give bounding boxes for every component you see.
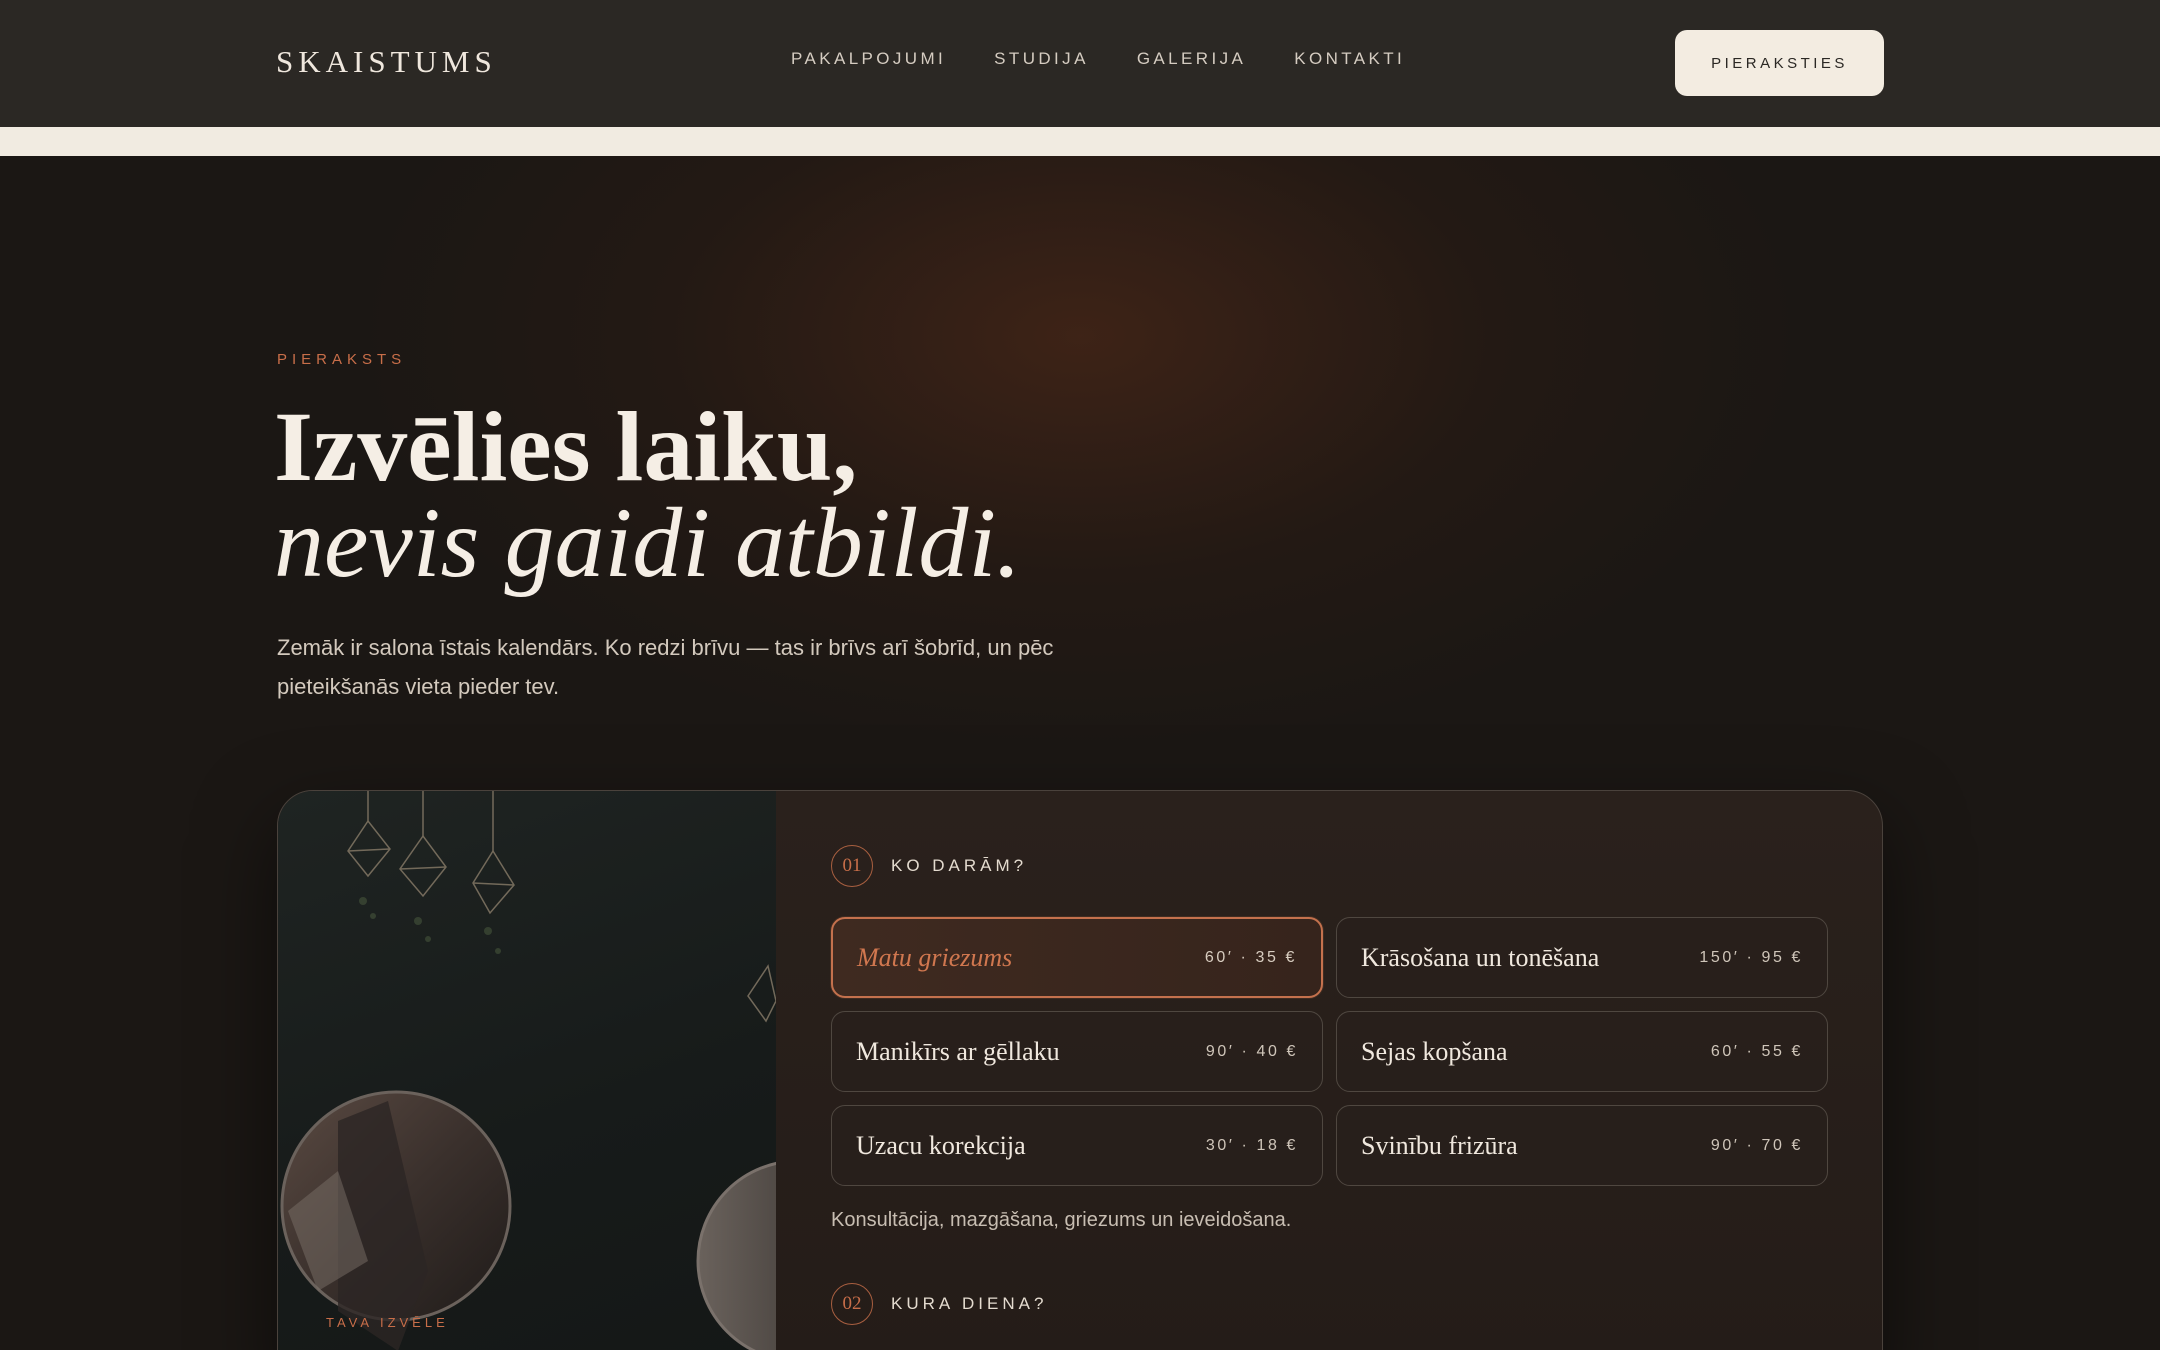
booking-card: TAVA IZVĒLE 01 KO DARĀM? Matu griezums 6…	[277, 790, 1883, 1350]
section-eyebrow: PIERAKSTS	[277, 351, 407, 368]
step-1-number: 01	[831, 845, 873, 887]
nav-link-studija[interactable]: STUDIJA	[994, 49, 1089, 69]
service-name: Matu griezums	[857, 942, 1013, 972]
service-options: Matu griezums 60′ · 35 € Krāsošana un to…	[831, 917, 1831, 1186]
service-name: Manikīrs ar gēllaku	[856, 1036, 1060, 1066]
service-option-manikirs[interactable]: Manikīrs ar gēllaku 90′ · 40 €	[831, 1011, 1323, 1092]
step-2-number: 02	[831, 1283, 873, 1325]
service-description: Konsultācija, mazgāšana, griezums un iev…	[831, 1209, 1292, 1231]
hero-lead: Zemāk ir salona īstais kalendārs. Ko red…	[277, 635, 1054, 699]
hero-headline-italic: nevis gaidi atbildi.	[274, 487, 1022, 598]
service-name: Sejas kopšana	[1361, 1036, 1508, 1066]
nav-link-galerija[interactable]: GALERIJA	[1137, 49, 1246, 69]
step-2-header: 02 KURA DIENA?	[831, 1283, 1047, 1325]
service-option-uzacu-korekcija[interactable]: Uzacu korekcija 30′ · 18 €	[831, 1105, 1323, 1186]
service-name: Svinību frizūra	[1361, 1130, 1518, 1160]
step-1-label: KO DARĀM?	[891, 856, 1028, 875]
salon-photo-illustration	[280, 791, 776, 1350]
service-duration-price: 150′ · 95 €	[1699, 948, 1803, 966]
divider-strip	[0, 127, 2160, 156]
logo[interactable]: SKAISTUMS	[276, 44, 497, 80]
service-duration-price: 60′ · 55 €	[1710, 1042, 1803, 1060]
step-2-label: KURA DIENA?	[891, 1294, 1048, 1313]
service-duration-price: 30′ · 18 €	[1205, 1136, 1298, 1154]
step-1-header: 01 KO DARĀM?	[831, 845, 1027, 887]
service-name: Uzacu korekcija	[856, 1130, 1026, 1160]
service-duration-price: 90′ · 40 €	[1205, 1042, 1298, 1060]
service-option-matu-griezums[interactable]: Matu griezums 60′ · 35 €	[831, 917, 1323, 998]
service-name: Krāsošana un tonēšana	[1361, 942, 1600, 972]
photo-caption: TAVA IZVĒLE	[326, 1315, 449, 1330]
service-option-sejas-kopsana[interactable]: Sejas kopšana 60′ · 55 €	[1336, 1011, 1828, 1092]
service-option-krasosana[interactable]: Krāsošana un tonēšana 150′ · 95 €	[1336, 917, 1828, 998]
main-nav: PAKALPOJUMI STUDIJA GALERIJA KONTAKTI	[791, 49, 1405, 69]
site-header: SKAISTUMS PAKALPOJUMI STUDIJA GALERIJA K…	[0, 0, 2160, 127]
nav-link-kontakti[interactable]: KONTAKTI	[1294, 49, 1405, 69]
book-now-button[interactable]: PIERAKSTIES	[1675, 30, 1884, 96]
salon-photo: TAVA IZVĒLE	[278, 791, 776, 1350]
service-duration-price: 90′ · 70 €	[1710, 1136, 1803, 1154]
service-option-svinibu-frizura[interactable]: Svinību frizūra 90′ · 70 €	[1336, 1105, 1828, 1186]
hero-headline: Izvēlies laiku,	[274, 391, 858, 502]
nav-link-pakalpojumi[interactable]: PAKALPOJUMI	[791, 49, 946, 69]
service-duration-price: 60′ · 35 €	[1204, 948, 1297, 966]
